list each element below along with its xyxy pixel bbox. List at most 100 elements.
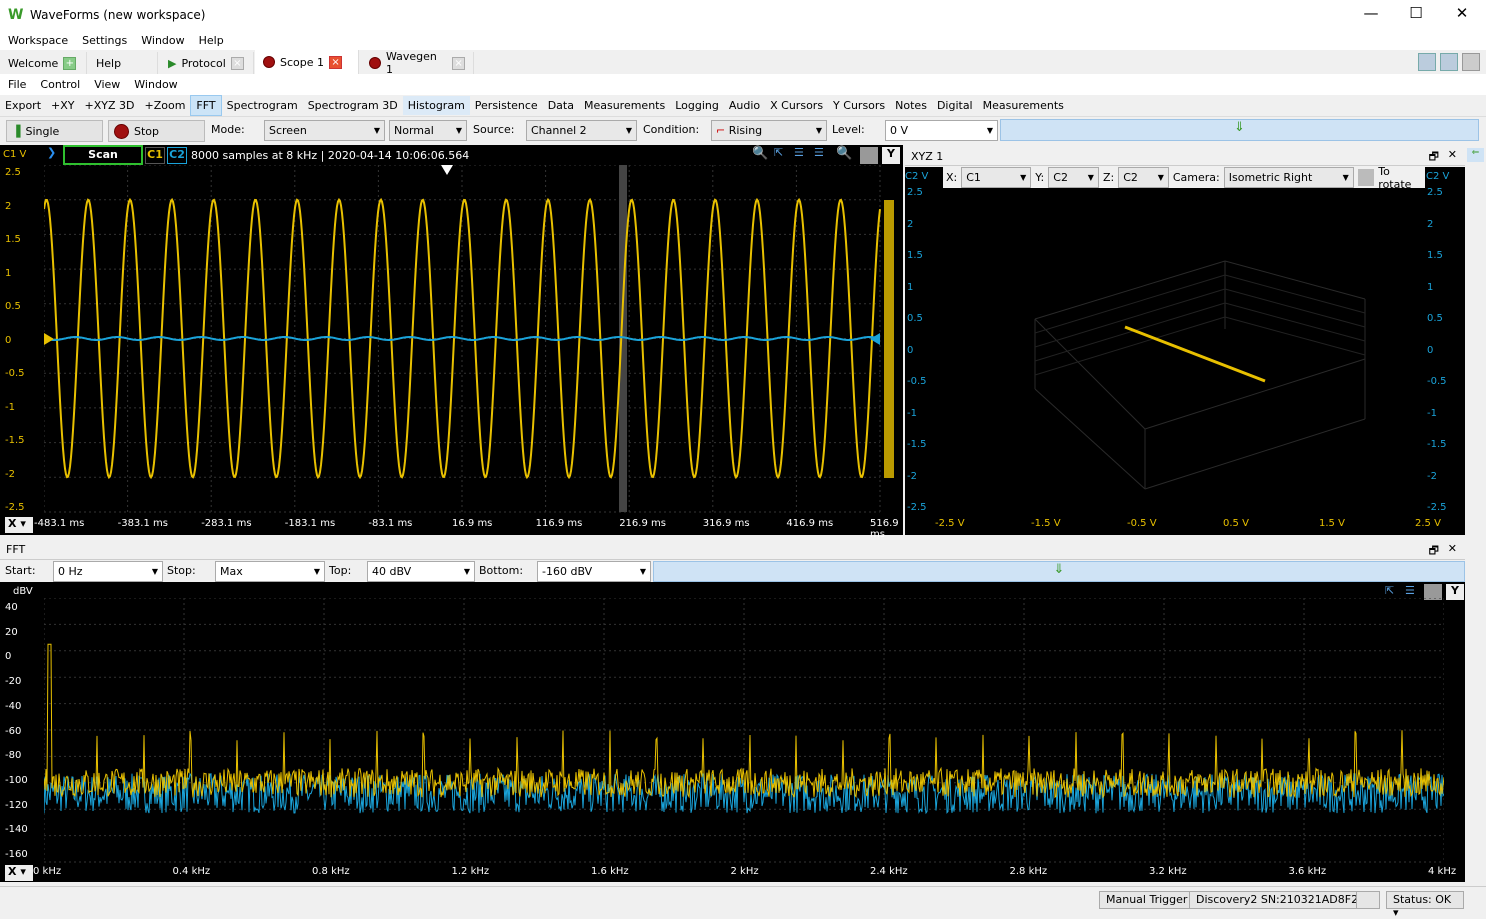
scope-waveform[interactable]: [44, 165, 904, 515]
toolbar-notes[interactable]: Notes: [890, 96, 932, 115]
tick-label: 0.5 V: [1223, 518, 1249, 529]
toolbar-data[interactable]: Data: [543, 96, 579, 115]
toolbar-xy[interactable]: +XY: [46, 96, 79, 115]
xyz-3d-plot[interactable]: [945, 189, 1425, 509]
bottom-select[interactable]: -160 dBV: [537, 561, 651, 582]
close-icon[interactable]: ✕: [1448, 542, 1457, 555]
c1-offset-marker[interactable]: [44, 333, 54, 345]
x-axis-button[interactable]: X ▾: [5, 865, 33, 881]
manual-trigger-button[interactable]: Manual Trigger: [1099, 891, 1195, 909]
close-tab-icon[interactable]: ×: [452, 56, 465, 70]
toolbar-measurements[interactable]: Measurements: [579, 96, 670, 115]
gear-icon[interactable]: [1357, 169, 1375, 186]
status-button[interactable]: Status: OK ▾: [1386, 891, 1464, 919]
camera-select[interactable]: Isometric Right: [1223, 167, 1354, 188]
close-tab-icon[interactable]: ×: [230, 56, 244, 70]
chevron-right-icon[interactable]: ❯: [47, 146, 56, 159]
fft-position-bar[interactable]: ⇓: [653, 561, 1465, 582]
trigger-position-marker[interactable]: [441, 165, 453, 175]
top-select[interactable]: 40 dBV: [367, 561, 475, 582]
tick-label: -100: [5, 774, 28, 786]
gear-icon[interactable]: [1462, 53, 1480, 71]
tab-scope-1[interactable]: Scope 1 ×: [255, 50, 359, 74]
acquisition-select[interactable]: Normal: [389, 120, 467, 141]
close-button[interactable]: ✕: [1439, 4, 1485, 26]
grid-line: [1224, 288, 1366, 328]
tab-protocol[interactable]: ▶ Protocol ×: [160, 52, 254, 74]
fft-spectrum[interactable]: [44, 598, 1444, 864]
record-icon: [263, 56, 275, 68]
tab-label: Scope 1: [280, 55, 325, 69]
trigger-position-bar[interactable]: ⇓: [1000, 119, 1479, 141]
level-input[interactable]: 0 V: [885, 120, 998, 141]
plus-icon[interactable]: +: [63, 56, 77, 70]
toolbar-audio[interactable]: Audio: [724, 96, 765, 115]
source-select[interactable]: Channel 2: [526, 120, 637, 141]
toolbar-zoom[interactable]: +Zoom: [139, 96, 190, 115]
undock-icon[interactable]: 🗗: [1429, 148, 1439, 167]
eraser-icon[interactable]: [1356, 891, 1380, 909]
toolbar-x-cursors[interactable]: X Cursors: [765, 96, 828, 115]
menu-window[interactable]: Window: [134, 78, 177, 91]
start-select[interactable]: 0 Hz: [53, 561, 163, 582]
menu-settings[interactable]: Settings: [82, 34, 127, 47]
align-alt-icon[interactable]: ☰: [814, 146, 824, 159]
stop-select[interactable]: Max: [215, 561, 325, 582]
menu-file[interactable]: File: [8, 78, 26, 91]
toolbar-spectrogram[interactable]: Spectrogram: [222, 96, 303, 115]
maximize-button[interactable]: ☐: [1393, 4, 1439, 26]
menu-window[interactable]: Window: [141, 34, 184, 47]
toolbar-export[interactable]: Export: [0, 96, 46, 115]
channel-2-toggle[interactable]: C2: [167, 147, 187, 164]
align-icon[interactable]: ☰: [794, 146, 804, 159]
toolbar-measurements[interactable]: Measurements: [978, 96, 1069, 115]
x-channel-select[interactable]: C1: [961, 167, 1032, 188]
single-button[interactable]: ▐ Single: [6, 120, 103, 142]
menu-control[interactable]: Control: [40, 78, 80, 91]
tab-wavegen-1[interactable]: Wavegen 1 ×: [361, 50, 474, 76]
mode-select[interactable]: Screen: [264, 120, 385, 141]
toolbar-y-cursors[interactable]: Y Cursors: [828, 96, 890, 115]
fft-header: FFT 🗗 ✕: [0, 540, 1465, 560]
condition-select[interactable]: ⌐ Rising: [711, 120, 827, 141]
cursor-icon[interactable]: ⇱: [774, 146, 783, 159]
y-axis-button[interactable]: Y: [882, 147, 900, 164]
toolbar-spectrogram-3d[interactable]: Spectrogram 3D: [303, 96, 403, 115]
toolbar-histogram[interactable]: Histogram: [402, 96, 470, 115]
cursor-icon[interactable]: ⇱: [1385, 584, 1394, 597]
dock-arrow-icon[interactable]: ⇐: [1467, 148, 1484, 162]
y-channel-select[interactable]: C2: [1048, 167, 1099, 188]
undock-icon[interactable]: 🗗: [1429, 542, 1439, 561]
toolbar-fft[interactable]: FFT: [190, 95, 222, 116]
down-arrow-icon: ⇓: [1053, 562, 1065, 577]
toolbar-xyz-3d[interactable]: +XYZ 3D: [80, 96, 140, 115]
toolbar-persistence[interactable]: Persistence: [470, 96, 543, 115]
menu-help[interactable]: Help: [199, 34, 224, 47]
stop-icon: [114, 123, 129, 139]
y-axis-button[interactable]: Y: [1446, 584, 1464, 600]
single-icon: ▐: [12, 124, 21, 138]
close-icon[interactable]: ✕: [1448, 148, 1457, 161]
tick-label: -2.5 V: [935, 518, 965, 529]
tab-label: Wavegen 1: [385, 50, 437, 76]
zoom-out-icon[interactable]: 🔍: [836, 146, 852, 161]
minimize-button[interactable]: —: [1348, 4, 1394, 26]
menu-view[interactable]: View: [94, 78, 120, 91]
x-axis-button[interactable]: X ▾: [5, 517, 33, 533]
align-icon[interactable]: ☰: [1405, 584, 1415, 597]
channel-1-toggle[interactable]: C1: [145, 147, 165, 164]
stop-button[interactable]: Stop: [108, 120, 205, 142]
tab-welcome[interactable]: Welcome +: [0, 52, 87, 74]
gear-icon[interactable]: [860, 147, 878, 164]
layout-split-icon[interactable]: [1440, 53, 1458, 71]
layout-icon[interactable]: [1418, 53, 1436, 71]
menu-workspace[interactable]: Workspace: [8, 34, 68, 47]
device-button[interactable]: Discovery2 SN:210321AD8F22: [1189, 891, 1373, 909]
toolbar-logging[interactable]: Logging: [670, 96, 724, 115]
close-tab-icon[interactable]: ×: [329, 55, 343, 69]
tab-help[interactable]: Help: [88, 52, 158, 74]
grid-line: [1144, 418, 1366, 490]
z-channel-select[interactable]: C2: [1118, 167, 1169, 188]
toolbar-digital[interactable]: Digital: [932, 96, 978, 115]
zoom-in-icon[interactable]: 🔍: [752, 146, 768, 161]
